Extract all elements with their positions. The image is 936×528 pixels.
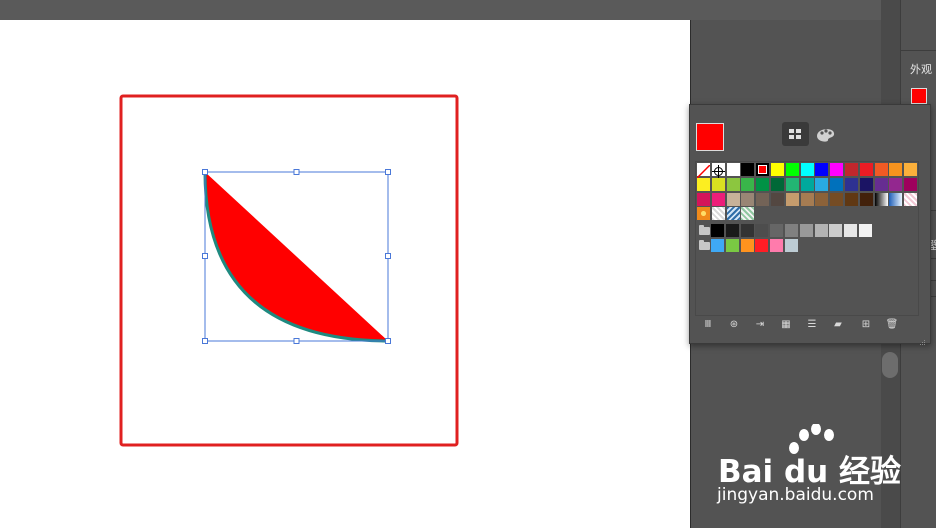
color-swatch[interactable] <box>755 239 769 252</box>
folder-icon[interactable]: ▰ <box>830 318 846 332</box>
gradient-swatch[interactable] <box>874 192 888 206</box>
folder-icon[interactable] <box>699 225 710 235</box>
color-swatch[interactable] <box>711 239 724 252</box>
color-swatch[interactable] <box>755 224 769 237</box>
color-group-icon[interactable]: ▦ <box>778 318 794 332</box>
color-swatch[interactable] <box>711 177 725 191</box>
color-swatch[interactable] <box>889 177 903 191</box>
color-swatch[interactable] <box>904 163 918 176</box>
color-swatch[interactable] <box>859 177 873 191</box>
handle-middle-left[interactable] <box>202 253 208 259</box>
grid-view-icon[interactable] <box>782 122 809 146</box>
swatch-options-icon[interactable]: ⇥ <box>752 318 768 332</box>
color-swatch[interactable] <box>697 192 710 206</box>
color-swatch[interactable] <box>844 224 858 237</box>
color-swatch[interactable] <box>770 239 784 252</box>
color-swatch[interactable] <box>785 177 799 191</box>
color-swatch[interactable] <box>726 177 740 191</box>
color-swatch[interactable] <box>815 177 829 191</box>
color-swatch[interactable] <box>904 177 918 191</box>
color-swatch[interactable] <box>845 177 858 191</box>
color-swatch[interactable] <box>741 192 755 206</box>
color-swatch[interactable] <box>785 239 798 252</box>
color-swatch[interactable] <box>859 192 873 206</box>
color-swatch[interactable] <box>741 163 755 176</box>
watermark-url: jingyan.baidu.com <box>717 485 874 505</box>
color-swatch[interactable] <box>830 192 844 206</box>
color-swatch[interactable] <box>815 163 829 176</box>
handle-bottom-right[interactable] <box>385 338 391 344</box>
color-swatch[interactable] <box>799 224 813 237</box>
appearance-fill-swatch[interactable] <box>911 88 927 104</box>
library-icon[interactable]: Ⅲ <box>700 318 716 332</box>
delete-icon[interactable]: 🗑 <box>884 318 900 332</box>
resize-grip-icon[interactable] <box>918 333 926 345</box>
color-swatch[interactable] <box>874 163 888 176</box>
pattern-swatch[interactable] <box>726 207 740 221</box>
canvas[interactable] <box>0 20 690 528</box>
color-swatch[interactable] <box>889 163 903 176</box>
color-swatch[interactable] <box>756 192 770 206</box>
color-swatch[interactable] <box>859 224 872 237</box>
color-groups-icon[interactable] <box>812 122 839 146</box>
color-swatch[interactable] <box>725 239 739 252</box>
handle-middle-right[interactable] <box>385 253 391 259</box>
color-swatch[interactable] <box>845 163 858 176</box>
color-swatch[interactable] <box>741 177 755 191</box>
color-swatch[interactable] <box>815 192 829 206</box>
new-color-group-icon[interactable]: ☰ <box>804 318 820 332</box>
pattern-swatch[interactable] <box>711 207 725 221</box>
color-swatch[interactable] <box>726 163 740 176</box>
handle-bottom-left[interactable] <box>202 338 208 344</box>
swatch-kinds-icon[interactable]: ⊛ <box>726 318 742 332</box>
color-swatch[interactable] <box>740 224 754 237</box>
color-swatch[interactable] <box>711 192 725 206</box>
color-swatch[interactable] <box>785 192 799 206</box>
handle-top-middle[interactable] <box>293 169 300 175</box>
color-swatch[interactable] <box>771 192 784 206</box>
color-swatch[interactable] <box>711 224 724 237</box>
color-swatch[interactable] <box>829 224 843 237</box>
gradient-swatch[interactable] <box>889 192 903 206</box>
color-swatch[interactable] <box>800 192 814 206</box>
pattern-swatch[interactable] <box>904 192 918 206</box>
red-segment-shape[interactable] <box>205 172 388 341</box>
color-swatch[interactable] <box>800 177 814 191</box>
color-swatch[interactable] <box>756 177 770 191</box>
new-swatch-icon[interactable]: ⊞ <box>858 318 874 332</box>
handle-top-left[interactable] <box>202 169 208 175</box>
handle-top-right[interactable] <box>385 169 391 175</box>
appearance-label[interactable]: 外观 <box>910 61 932 77</box>
color-swatch[interactable] <box>830 163 844 176</box>
swatches-panel: Ⅲ ⊛ ⇥ ▦ ☰ ▰ ⊞ 🗑 <box>689 104 931 345</box>
selected-color-swatch[interactable] <box>756 163 770 176</box>
color-swatch[interactable] <box>785 163 799 176</box>
color-swatch[interactable] <box>770 224 784 237</box>
color-swatch[interactable] <box>814 224 828 237</box>
color-swatch[interactable] <box>785 224 798 237</box>
folder-icon[interactable] <box>699 240 710 250</box>
color-swatch[interactable] <box>740 239 754 252</box>
top-bar <box>0 0 936 20</box>
dock-divider <box>900 50 936 51</box>
color-swatch[interactable] <box>725 224 739 237</box>
artboard[interactable] <box>0 20 691 528</box>
registration-swatch[interactable] <box>711 163 725 178</box>
color-swatch[interactable] <box>874 177 888 191</box>
color-swatch[interactable] <box>771 177 784 191</box>
pattern-swatch[interactable] <box>741 207 755 221</box>
swatch-grid <box>695 161 919 316</box>
color-swatch[interactable] <box>845 192 858 206</box>
color-swatch[interactable] <box>830 177 844 191</box>
color-swatch[interactable] <box>697 177 710 191</box>
none-swatch[interactable] <box>696 163 711 179</box>
color-swatch[interactable] <box>771 163 784 176</box>
color-swatch[interactable] <box>859 163 873 176</box>
handle-bottom-middle[interactable] <box>293 338 300 344</box>
scrollbar-thumb[interactable] <box>882 352 898 378</box>
current-fill-swatch[interactable] <box>696 123 724 151</box>
color-swatch[interactable] <box>800 163 814 176</box>
pattern-swatch[interactable] <box>697 207 710 221</box>
color-swatch[interactable] <box>726 192 740 206</box>
